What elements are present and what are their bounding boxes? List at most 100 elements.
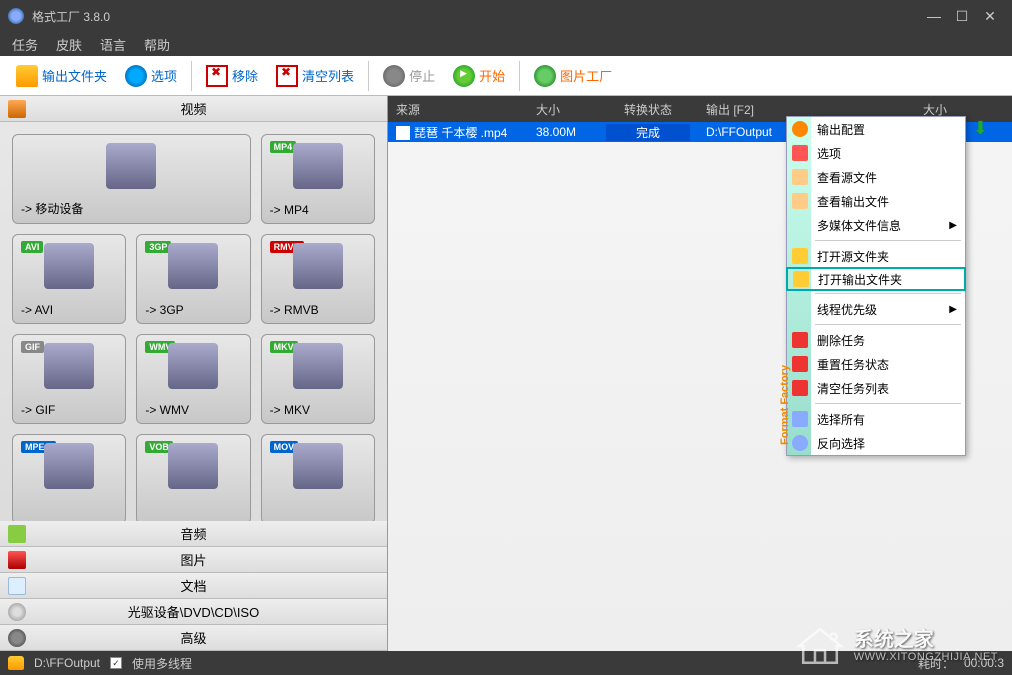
context-menu-label: 线程优先级: [817, 301, 877, 318]
col-output[interactable]: 输出 [F2]: [698, 101, 858, 118]
context-menu-item[interactable]: 输出配置: [787, 117, 965, 141]
down-arrow-icon[interactable]: ⬇: [973, 118, 988, 139]
start-button[interactable]: 开始: [445, 61, 513, 91]
col-status[interactable]: 转换状态: [598, 101, 698, 118]
reset-icon: [792, 356, 808, 372]
left-panel: 视频 -> 移动设备MP4-> MP4 AVI-> AVI 3GP -> 3GP RMV…: [0, 96, 388, 651]
menu-language[interactable]: 语言: [100, 35, 126, 54]
format-thumb-icon: [44, 343, 94, 389]
format-thumb-icon: [293, 143, 343, 189]
context-menu-item[interactable]: 选项: [787, 141, 965, 165]
multithread-label: 使用多线程: [132, 655, 192, 672]
context-menu-label: 多媒体文件信息: [817, 217, 901, 234]
format-item-mobile[interactable]: -> 移动设备: [12, 134, 251, 224]
chevron-right-icon: ▶: [949, 304, 957, 315]
stop-button[interactable]: 停止: [375, 61, 443, 91]
context-menu-item[interactable]: 重置任务状态: [787, 352, 965, 376]
format-item-mov[interactable]: MOV: [261, 434, 375, 521]
format-item-mp4[interactable]: MP4-> MP4: [261, 134, 375, 224]
context-menu-item[interactable]: 多媒体文件信息 ▶: [787, 213, 965, 237]
folder-icon: [8, 656, 24, 670]
toolbar-separator: [368, 61, 369, 91]
output-path[interactable]: D:\FFOutput: [34, 656, 100, 670]
format-item-gif[interactable]: GIF-> GIF: [12, 334, 126, 424]
context-menu-label: 查看输出文件: [817, 193, 889, 210]
menu-task[interactable]: 任务: [12, 35, 38, 54]
category-disc[interactable]: 光驱设备\DVD\CD\ISO: [0, 599, 387, 625]
format-thumb-icon: [44, 243, 94, 289]
format-item-wmv[interactable]: WMV-> WMV: [136, 334, 250, 424]
context-menu-item[interactable]: 反向选择: [787, 431, 965, 455]
clear-icon: [792, 380, 808, 396]
context-menu-item[interactable]: 查看源文件: [787, 165, 965, 189]
context-menu-label: 清空任务列表: [817, 380, 889, 397]
context-menu-label: 打开输出文件夹: [818, 271, 902, 288]
toolbar-separator: [519, 61, 520, 91]
col-source[interactable]: 来源: [388, 101, 528, 118]
format-item-avi[interactable]: AVI-> AVI: [12, 234, 126, 324]
format-label: -> 3GP: [143, 303, 243, 317]
format-thumb-icon: [168, 243, 218, 289]
format-thumb-icon: [293, 443, 343, 489]
format-tag: 3GP: [145, 241, 171, 253]
image-icon: [8, 551, 26, 569]
play-icon: [453, 65, 475, 87]
format-thumb-icon: [293, 343, 343, 389]
format-label: -> RMVB: [268, 303, 368, 317]
format-thumb-icon: [44, 443, 94, 489]
context-menu-item[interactable]: 线程优先级 ▶: [787, 297, 965, 321]
category-document[interactable]: 文档: [0, 573, 387, 599]
col-outsize[interactable]: 大小: [858, 101, 1012, 118]
context-menu-label: 选项: [817, 145, 841, 162]
context-menu-label: 反向选择: [817, 435, 865, 452]
options-button[interactable]: 选项: [117, 61, 185, 91]
context-menu: Format Factory 输出配置选项查看源文件查看输出文件多媒体文件信息▶…: [786, 116, 966, 456]
house-icon: [794, 625, 846, 667]
output-folder-button[interactable]: 输出文件夹: [8, 61, 115, 91]
category-advanced[interactable]: 高级: [0, 625, 387, 651]
inv-icon: [792, 435, 808, 451]
context-menu-separator: [815, 293, 961, 294]
context-menu-separator: [815, 324, 961, 325]
format-item-vob[interactable]: VOB: [136, 434, 250, 521]
menu-help[interactable]: 帮助: [144, 35, 170, 54]
context-menu-label: 删除任务: [817, 332, 865, 349]
context-menu-separator: [815, 403, 961, 404]
remove-icon: [206, 65, 228, 87]
format-item-rmvb[interactable]: RMVB-> RMVB: [261, 234, 375, 324]
col-size[interactable]: 大小: [528, 101, 598, 118]
multithread-checkbox[interactable]: ✓: [110, 657, 122, 669]
format-tag: GIF: [21, 341, 44, 353]
context-menu-item[interactable]: 清空任务列表: [787, 376, 965, 400]
format-thumb-icon: [106, 143, 156, 189]
context-menu-item[interactable]: 删除任务: [787, 328, 965, 352]
context-menu-label: 查看源文件: [817, 169, 877, 186]
menu-skin[interactable]: 皮肤: [56, 35, 82, 54]
context-menu-label: 输出配置: [817, 121, 865, 138]
context-menu-item[interactable]: 选择所有: [787, 407, 965, 431]
context-menu-separator: [815, 240, 961, 241]
context-menu-item[interactable]: 打开源文件夹: [787, 244, 965, 268]
minimize-button[interactable]: —: [920, 6, 948, 26]
stop-icon: [383, 65, 405, 87]
remove-button[interactable]: 移除: [198, 61, 266, 91]
maximize-button[interactable]: ☐: [948, 6, 976, 26]
format-item-mpeg[interactable]: MPEG: [12, 434, 126, 521]
image-factory-button[interactable]: 图片工厂: [526, 61, 620, 91]
context-menu-item[interactable]: 打开输出文件夹: [786, 267, 966, 291]
clear-list-button[interactable]: 清空列表: [268, 61, 362, 91]
format-label: -> WMV: [143, 403, 243, 417]
file-icon: [792, 193, 808, 209]
format-item-mkv[interactable]: MKV-> MKV: [261, 334, 375, 424]
format-item-3gp[interactable]: 3GP -> 3GP: [136, 234, 250, 324]
category-video[interactable]: 视频: [0, 96, 387, 122]
format-grid: -> 移动设备MP4-> MP4 AVI-> AVI 3GP -> 3GP RMVB->…: [0, 122, 387, 521]
category-image[interactable]: 图片: [0, 547, 387, 573]
category-audio[interactable]: 音频: [0, 521, 387, 547]
toolbar-separator: [191, 61, 192, 91]
format-label: -> MP4: [268, 203, 368, 217]
context-menu-item[interactable]: 查看输出文件: [787, 189, 965, 213]
chevron-right-icon: ▶: [949, 220, 957, 231]
sel-icon: [792, 411, 808, 427]
close-button[interactable]: ✕: [976, 6, 1004, 26]
